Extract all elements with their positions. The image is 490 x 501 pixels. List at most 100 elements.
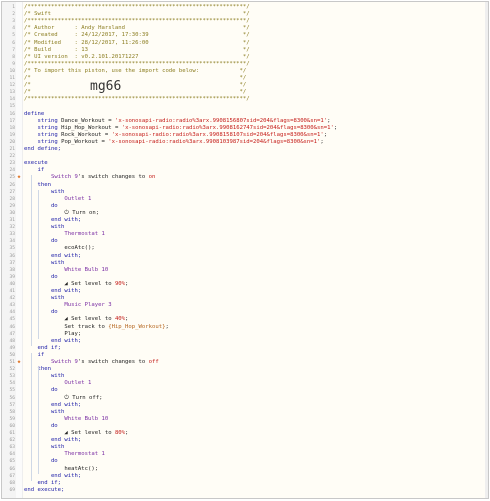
import-code: mg66	[90, 79, 122, 94]
line-number: 32	[9, 225, 15, 231]
line-number: 67	[9, 473, 15, 479]
code-line: end with;	[24, 288, 82, 294]
line-number: 6	[12, 40, 15, 46]
code-line: Outlet 1	[24, 380, 92, 387]
line-number: 50	[9, 352, 15, 358]
line-number: 49	[9, 345, 15, 351]
line-number: 61	[9, 431, 15, 436]
line-number: 20	[9, 139, 15, 145]
line-number: 35	[9, 246, 15, 252]
line-number: 15	[9, 104, 15, 110]
code-line: do	[24, 309, 58, 316]
line-number: 51	[9, 360, 15, 365]
line-number: 44	[9, 310, 15, 316]
line-number: 46	[9, 324, 15, 330]
code-line: /* Swift */	[24, 11, 250, 18]
line-number: 65	[9, 459, 15, 465]
code-line: end define;	[24, 146, 62, 152]
line-number: 40	[9, 281, 15, 287]
code-line: with	[24, 188, 65, 195]
line-number: 41	[9, 289, 15, 294]
code-line: do	[24, 273, 58, 280]
code-line: end if;	[24, 344, 62, 351]
line-number: 63	[9, 445, 15, 451]
line-number: 55	[9, 388, 15, 394]
code-line: end with;	[24, 217, 82, 223]
line-number: 39	[9, 274, 15, 280]
line-number: 2	[12, 12, 15, 18]
line-number: 25	[9, 175, 15, 181]
code-line: end with;	[24, 472, 82, 479]
line-number: 56	[9, 395, 15, 401]
line-number: 14	[9, 97, 15, 103]
code-line: ⏻ Turn off;	[24, 394, 103, 401]
code-line: Switch 9's switch changes to on	[50, 174, 156, 181]
code-line: Music Player 3	[24, 302, 112, 309]
code-line: Play;	[24, 330, 82, 337]
code-line: Thermostat 1	[24, 451, 105, 458]
code-line: White Bulb 10	[24, 415, 109, 422]
line-number: 5	[12, 33, 15, 39]
line-number: 60	[9, 423, 15, 429]
line-number: 68	[9, 480, 15, 486]
block-guide-line	[30, 175, 32, 346]
line-number: 53	[9, 374, 15, 380]
code-line: ◢ Set level to 40%;	[24, 316, 129, 323]
code-line: /***************************************…	[24, 18, 250, 25]
line-number: 26	[9, 182, 15, 188]
line-number: 30	[9, 210, 15, 216]
line-number: 29	[9, 203, 15, 209]
line-number: 69	[9, 487, 15, 493]
line-number: 38	[9, 267, 15, 273]
code-line: ◢ Set level to 80%;	[24, 430, 129, 436]
code-line: /* Build : 13 */	[24, 46, 250, 53]
code-line: with	[24, 444, 65, 451]
code-line: /* Created : 24/12/2017, 17:30:39 */	[24, 32, 250, 39]
fold-marker-icon[interactable]: ◆	[17, 174, 21, 181]
fold-marker-icon[interactable]: ◆	[17, 359, 21, 366]
code-line: /***************************************…	[24, 60, 250, 67]
line-number: 36	[9, 253, 15, 259]
line-number: 1	[12, 5, 15, 10]
code-line: string Pop_Workout = 'x-sonosapi-radio:r…	[37, 138, 324, 145]
line-number: 7	[12, 47, 15, 53]
code-line: string Dance_Workout = 'x-sonosapi-radio…	[37, 117, 331, 124]
line-number: 18	[9, 125, 15, 131]
code-line: string Hip_Hop_Workout = 'x-sonosapi-rad…	[37, 124, 338, 131]
line-number: 8	[12, 54, 15, 60]
line-number: 27	[9, 189, 15, 195]
code-line: do	[24, 458, 58, 465]
line-number: 19	[9, 132, 15, 138]
line-number: 64	[9, 452, 15, 458]
line-number: 43	[9, 303, 15, 309]
line-number: 3	[12, 19, 15, 25]
line-number: 48	[9, 338, 15, 344]
line-number: 10	[9, 68, 15, 74]
code-line: end with;	[24, 252, 82, 259]
code-line: /* Author : Andy Harsland */	[24, 25, 250, 32]
code-line: string Rock_Workout = 'x-sonosapi-radio:…	[37, 131, 328, 138]
code-line: /* Modified : 28/12/2017, 11:26:00 */	[24, 39, 250, 46]
code-line: with	[24, 259, 65, 266]
block-guide-line	[37, 367, 39, 474]
code-line: /***************************************…	[24, 96, 250, 103]
line-number: 42	[9, 296, 15, 302]
code-line: execute	[24, 160, 48, 167]
line-number: 33	[9, 232, 15, 238]
code-line: /* To import this piston, use the import…	[24, 67, 247, 74]
code-line: end with;	[24, 437, 82, 444]
code-line: ⏻ Turn on;	[24, 209, 100, 216]
block-guide-line	[30, 352, 32, 481]
line-number: 4	[12, 26, 15, 32]
code-line: with	[24, 373, 65, 380]
code-line: end execute;	[24, 486, 65, 493]
vertical-scrollbar[interactable]	[485, 2, 488, 498]
code-line: do	[24, 238, 58, 245]
line-number: 62	[9, 438, 15, 444]
code-line: Thermostat 1	[24, 231, 105, 238]
code-line: /* UI version : v0.2.101.20171227 */	[24, 53, 250, 60]
line-number: 45	[9, 317, 15, 323]
code-line: do	[24, 202, 58, 209]
